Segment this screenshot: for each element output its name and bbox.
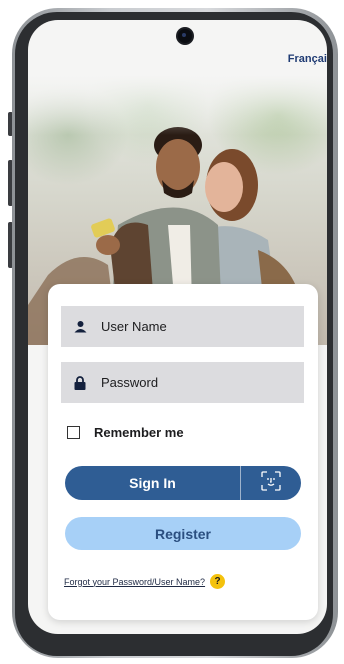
help-icon[interactable]: ? <box>210 574 226 589</box>
login-card: Remember me Sign In Register Forgot your… <box>48 284 318 620</box>
lock-icon <box>73 375 87 390</box>
user-icon <box>73 320 87 334</box>
front-camera <box>178 29 192 43</box>
forgot-credentials: Forgot your Password/User Name? ? <box>64 574 226 589</box>
username-input[interactable] <box>101 319 281 334</box>
username-field[interactable] <box>61 306 304 347</box>
forgot-password-link[interactable]: Forgot your Password/User Name? <box>64 577 205 587</box>
register-button[interactable]: Register <box>65 517 301 550</box>
remember-checkbox[interactable] <box>67 426 80 439</box>
remember-me[interactable]: Remember me <box>67 425 184 440</box>
password-input[interactable] <box>101 375 281 390</box>
password-field[interactable] <box>61 362 304 403</box>
face-id-button[interactable] <box>241 466 301 500</box>
app-screen: Français Remember me Sign In <box>28 20 327 634</box>
face-id-icon <box>261 470 281 496</box>
signin-group: Sign In <box>65 466 301 500</box>
signin-button[interactable]: Sign In <box>65 466 240 500</box>
language-toggle-link[interactable]: Français <box>288 53 327 65</box>
remember-label: Remember me <box>94 425 184 440</box>
